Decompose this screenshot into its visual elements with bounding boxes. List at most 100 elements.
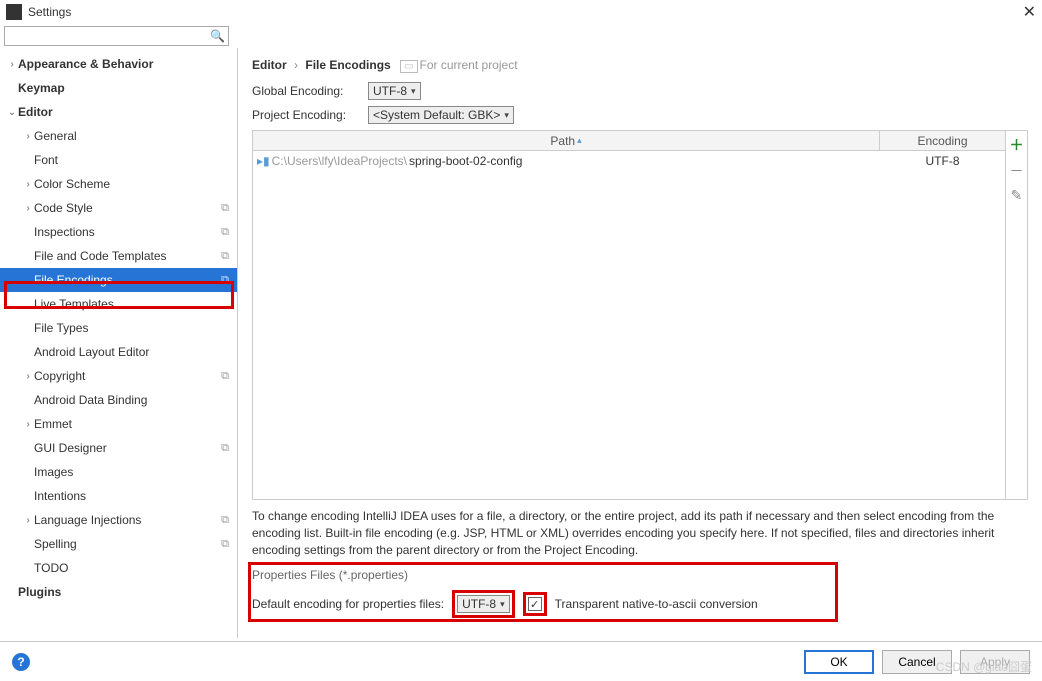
- chevron-icon: ⌄: [6, 107, 18, 118]
- project-scope-icon: ⧉: [221, 202, 229, 215]
- project-encoding-combo[interactable]: <System Default: GBK>▾: [368, 106, 514, 124]
- tree-item-appearance-behavior[interactable]: ›Appearance & Behavior: [0, 52, 237, 76]
- table-row[interactable]: ▸▮ C:\Users\lfy\IdeaProjects\spring-boot…: [253, 151, 1005, 171]
- tree-item-label: Android Data Binding: [34, 393, 229, 407]
- tree-item-label: Inspections: [34, 225, 221, 239]
- chevron-icon: ›: [22, 515, 34, 526]
- tree-item-label: Keymap: [18, 81, 229, 95]
- tree-item-label: TODO: [34, 561, 229, 575]
- tree-item-language-injections[interactable]: ›Language Injections⧉: [0, 508, 237, 532]
- tree-item-label: Emmet: [34, 417, 229, 431]
- tree-item-copyright[interactable]: ›Copyright⧉: [0, 364, 237, 388]
- tree-item-general[interactable]: ›General: [0, 124, 237, 148]
- project-scope-icon: ⧉: [221, 538, 229, 551]
- tree-item-file-encodings[interactable]: File Encodings⧉: [0, 268, 237, 292]
- tree-item-live-templates[interactable]: Live Templates: [0, 292, 237, 316]
- search-icon: 🔍: [210, 29, 225, 43]
- tree-item-label: Appearance & Behavior: [18, 57, 229, 71]
- global-encoding-label: Global Encoding:: [252, 84, 362, 98]
- tree-item-label: General: [34, 129, 229, 143]
- tree-item-label: Language Injections: [34, 513, 221, 527]
- dialog-footer: ? OK Cancel Apply: [0, 641, 1042, 681]
- tree-item-inspections[interactable]: Inspections⧉: [0, 220, 237, 244]
- tree-item-code-style[interactable]: ›Code Style⧉: [0, 196, 237, 220]
- tree-item-label: File Encodings: [34, 273, 221, 287]
- close-icon[interactable]: ✕: [1023, 2, 1036, 22]
- tree-item-editor[interactable]: ⌄Editor: [0, 100, 237, 124]
- tree-item-file-types[interactable]: File Types: [0, 316, 237, 340]
- properties-encoding-combo[interactable]: UTF-8▾: [457, 595, 510, 613]
- tree-item-label: GUI Designer: [34, 441, 221, 455]
- tree-item-plugins[interactable]: Plugins: [0, 580, 237, 604]
- ok-button[interactable]: OK: [804, 650, 874, 674]
- chevron-icon: ›: [22, 203, 34, 214]
- tree-item-label: Spelling: [34, 537, 221, 551]
- tree-item-font[interactable]: Font: [0, 148, 237, 172]
- global-encoding-combo[interactable]: UTF-8▾: [368, 82, 421, 100]
- tree-item-spelling[interactable]: Spelling⧉: [0, 532, 237, 556]
- tree-item-label: Plugins: [18, 585, 229, 599]
- app-icon: [6, 4, 22, 20]
- tree-item-label: Font: [34, 153, 229, 167]
- highlight-annotation: UTF-8▾: [452, 590, 515, 618]
- content-pane: Editor › File Encodings ▭For current pro…: [238, 48, 1042, 638]
- settings-tree: ›Appearance & BehaviorKeymap⌄Editor›Gene…: [0, 48, 238, 638]
- window-title: Settings: [28, 5, 71, 19]
- chevron-icon: ›: [22, 131, 34, 142]
- properties-section-title: Properties Files (*.properties): [252, 568, 1028, 582]
- tree-item-android-data-binding[interactable]: Android Data Binding: [0, 388, 237, 412]
- folder-icon: ▸▮: [257, 154, 270, 168]
- native-to-ascii-checkbox[interactable]: ✓: [528, 597, 542, 611]
- tree-item-label: Intentions: [34, 489, 229, 503]
- edit-button[interactable]: ✎: [1011, 187, 1023, 204]
- project-scope-icon: ⧉: [221, 226, 229, 239]
- highlight-annotation: ✓: [523, 592, 547, 616]
- remove-button[interactable]: －: [1010, 161, 1024, 181]
- add-button[interactable]: ＋: [1010, 135, 1024, 155]
- tree-item-android-layout-editor[interactable]: Android Layout Editor: [0, 340, 237, 364]
- project-scope-icon: ⧉: [221, 514, 229, 527]
- chevron-down-icon: ▾: [500, 599, 505, 610]
- properties-encoding-label: Default encoding for properties files:: [252, 597, 444, 611]
- tree-item-label: Live Templates: [34, 297, 229, 311]
- tree-item-label: Images: [34, 465, 229, 479]
- project-scope-icon: ⧉: [221, 442, 229, 455]
- chevron-icon: ›: [6, 59, 18, 70]
- tree-item-label: Android Layout Editor: [34, 345, 229, 359]
- apply-button[interactable]: Apply: [960, 650, 1030, 674]
- tree-item-label: File Types: [34, 321, 229, 335]
- project-scope-icon: ⧉: [221, 370, 229, 383]
- project-scope-icon: ▭: [400, 60, 417, 73]
- tree-item-gui-designer[interactable]: GUI Designer⧉: [0, 436, 237, 460]
- search-input[interactable]: [4, 26, 229, 46]
- tree-item-label: Code Style: [34, 201, 221, 215]
- tree-item-label: File and Code Templates: [34, 249, 221, 263]
- col-encoding[interactable]: Encoding: [880, 131, 1005, 150]
- cancel-button[interactable]: Cancel: [882, 650, 952, 674]
- chevron-down-icon: ▾: [411, 86, 416, 97]
- chevron-down-icon: ▾: [504, 110, 509, 121]
- native-to-ascii-label: Transparent native-to-ascii conversion: [555, 597, 758, 611]
- tree-item-intentions[interactable]: Intentions: [0, 484, 237, 508]
- tree-item-label: Editor: [18, 105, 229, 119]
- project-scope-icon: ⧉: [221, 250, 229, 263]
- encoding-table: Path▴ Encoding ▸▮ C:\Users\lfy\IdeaProje…: [252, 130, 1028, 500]
- tree-item-file-and-code-templates[interactable]: File and Code Templates⧉: [0, 244, 237, 268]
- tree-item-label: Color Scheme: [34, 177, 229, 191]
- chevron-icon: ›: [22, 371, 34, 382]
- col-path[interactable]: Path▴: [253, 131, 880, 150]
- tree-item-keymap[interactable]: Keymap: [0, 76, 237, 100]
- breadcrumb: Editor › File Encodings ▭For current pro…: [252, 58, 1028, 72]
- chevron-icon: ›: [22, 179, 34, 190]
- tree-item-emmet[interactable]: ›Emmet: [0, 412, 237, 436]
- tree-item-label: Copyright: [34, 369, 221, 383]
- project-encoding-label: Project Encoding:: [252, 108, 362, 122]
- sort-asc-icon: ▴: [577, 135, 582, 146]
- chevron-icon: ›: [22, 419, 34, 430]
- tree-item-color-scheme[interactable]: ›Color Scheme: [0, 172, 237, 196]
- help-icon[interactable]: ?: [12, 653, 30, 671]
- tree-item-todo[interactable]: TODO: [0, 556, 237, 580]
- tree-item-images[interactable]: Images: [0, 460, 237, 484]
- project-scope-icon: ⧉: [221, 274, 229, 287]
- titlebar: Settings ✕: [0, 0, 1042, 24]
